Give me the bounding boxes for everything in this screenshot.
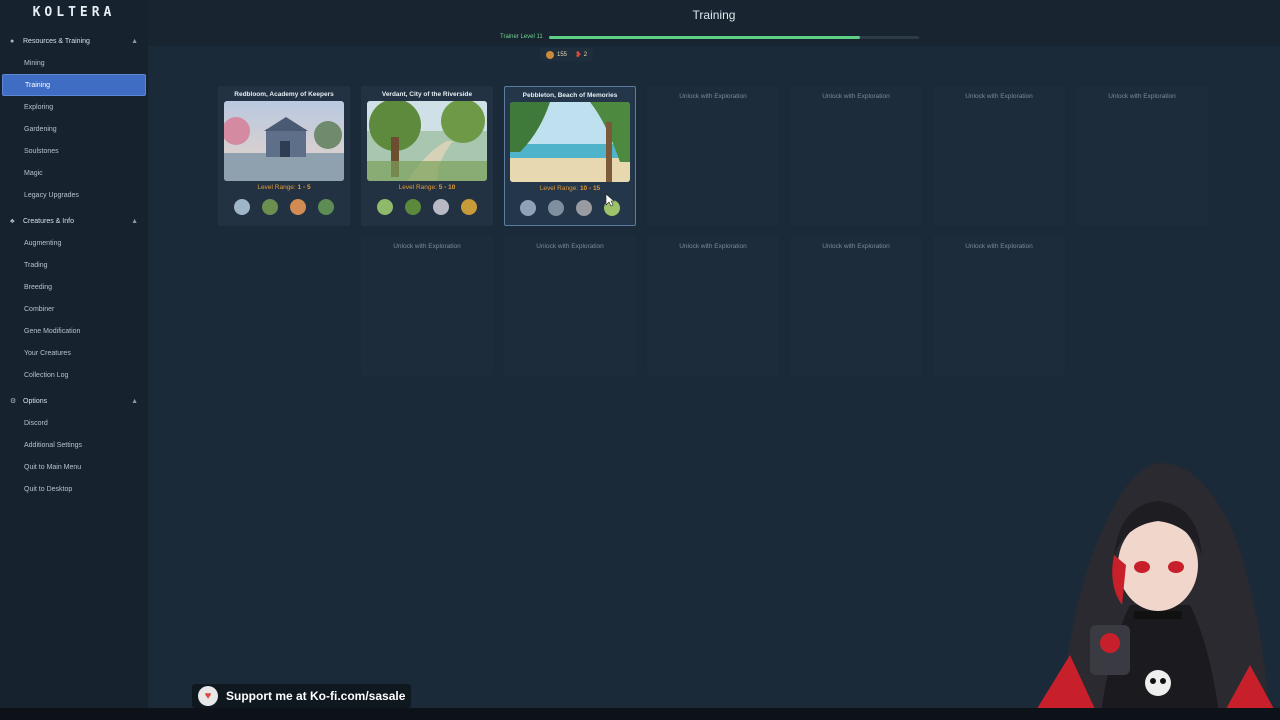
- mouse-cursor-icon: [605, 193, 615, 207]
- page-title: Training: [692, 8, 736, 22]
- sidebar-item-legacy-upgrades[interactable]: Legacy Upgrades: [0, 184, 148, 206]
- app-logo: KOLTERA: [32, 5, 116, 20]
- section-options[interactable]: ⚙ Options ▲: [0, 390, 148, 412]
- locked-location-card: Unlock with Exploration: [790, 86, 922, 226]
- xp-progress-bar: [548, 35, 919, 39]
- locked-label: Unlock with Exploration: [1108, 93, 1176, 100]
- section-label: Options: [23, 397, 48, 405]
- section-label: Creatures & Info: [23, 217, 74, 225]
- creature-icon: [461, 199, 477, 215]
- sidebar-item-augmenting[interactable]: Augmenting: [0, 232, 148, 254]
- creature-icon: [405, 199, 421, 215]
- creature-list: [505, 200, 635, 216]
- creature-icon: [520, 200, 536, 216]
- locked-location-card: Unlock with Exploration: [647, 236, 779, 376]
- level-range: Level Range: 1 - 5: [257, 184, 311, 191]
- locked-label: Unlock with Exploration: [393, 243, 461, 250]
- locked-location-card: Unlock with Exploration: [933, 236, 1065, 376]
- header: Training Trainer Level 11: [148, 0, 1280, 46]
- sidebar-item-collection-log[interactable]: Collection Log: [0, 364, 148, 386]
- sidebar-item-quit-desktop[interactable]: Quit to Desktop: [0, 478, 148, 500]
- xp-progress-fill: [548, 35, 860, 39]
- sidebar-item-breeding[interactable]: Breeding: [0, 276, 148, 298]
- creature-icon: [548, 200, 564, 216]
- section-label: Resources & Training: [23, 37, 90, 45]
- locked-location-card: Unlock with Exploration: [361, 236, 493, 376]
- sidebar-item-trading[interactable]: Trading: [0, 254, 148, 276]
- sidebar-item-quit-main-menu[interactable]: Quit to Main Menu: [0, 456, 148, 478]
- location-image: [224, 101, 344, 181]
- creature-icon: [433, 199, 449, 215]
- level-range: Level Range: 10 - 15: [539, 185, 601, 192]
- locked-label: Unlock with Exploration: [822, 243, 890, 250]
- creature-icon: [290, 199, 306, 215]
- sidebar-item-soulstones[interactable]: Soulstones: [0, 140, 148, 162]
- pin-icon: ●: [10, 37, 15, 45]
- sidebar-item-combiner[interactable]: Combiner: [0, 298, 148, 320]
- sidebar-item-gene-modification[interactable]: Gene Modification: [0, 320, 148, 342]
- sidebar-item-gardening[interactable]: Gardening: [0, 118, 148, 140]
- section-resources-training[interactable]: ● Resources & Training ▲: [0, 30, 148, 52]
- location-card-verdant[interactable]: Verdant, City of the Riverside Level Ran…: [361, 86, 493, 226]
- location-card-redbloom[interactable]: Redbloom, Academy of Keepers Level Range…: [218, 86, 350, 226]
- locked-location-card: Unlock with Exploration: [933, 86, 1065, 226]
- locked-label: Unlock with Exploration: [679, 243, 747, 250]
- creature-icon: [377, 199, 393, 215]
- sidebar-item-training[interactable]: Training: [2, 74, 146, 96]
- location-name: Redbloom, Academy of Keepers: [234, 91, 334, 98]
- locked-location-card: Unlock with Exploration: [504, 236, 636, 376]
- locked-label: Unlock with Exploration: [822, 93, 890, 100]
- kofi-icon: ♥: [198, 686, 218, 706]
- creature-icon: [234, 199, 250, 215]
- creature-list: [218, 199, 350, 215]
- sidebar-item-additional-settings[interactable]: Additional Settings: [0, 434, 148, 456]
- support-text: Support me at Ko-fi.com/sasale: [226, 689, 406, 703]
- location-card-pebbleton[interactable]: Pebbleton, Beach of Memories Level Range…: [504, 86, 636, 226]
- sidebar-item-your-creatures[interactable]: Your Creatures: [0, 342, 148, 364]
- gear-icon: ⚙: [10, 398, 17, 405]
- streamer-avatar: [1030, 463, 1280, 720]
- chevron-up-icon: ▲: [131, 397, 138, 405]
- creature-icon: ♣: [10, 217, 15, 225]
- chevron-up-icon: ▲: [131, 37, 138, 45]
- kofi-support-banner: ♥ Support me at Ko-fi.com/sasale: [192, 684, 412, 708]
- section-creatures-info[interactable]: ♣ Creatures & Info ▲: [0, 210, 148, 232]
- creature-list: [361, 199, 493, 215]
- location-name: Pebbleton, Beach of Memories: [522, 92, 618, 99]
- level-range: Level Range: 5 - 10: [398, 184, 456, 191]
- chevron-up-icon: ▲: [131, 217, 138, 225]
- locked-label: Unlock with Exploration: [965, 93, 1033, 100]
- trainer-level-row: Trainer Level 11: [500, 34, 919, 40]
- creature-icon: [318, 199, 334, 215]
- locked-location-card: Unlock with Exploration: [1076, 86, 1208, 226]
- locked-label: Unlock with Exploration: [536, 243, 604, 250]
- creature-icon: [576, 200, 592, 216]
- sidebar-item-magic[interactable]: Magic: [0, 162, 148, 184]
- location-image: [510, 102, 630, 182]
- sidebar: KOLTERA ● Resources & Training ▲ Mining …: [0, 0, 148, 720]
- creature-icon: [262, 199, 278, 215]
- locked-label: Unlock with Exploration: [965, 243, 1033, 250]
- location-image: [367, 101, 487, 181]
- locked-location-card: Unlock with Exploration: [790, 236, 922, 376]
- bottom-bar: [0, 708, 1280, 720]
- sidebar-item-exploring[interactable]: Exploring: [0, 96, 148, 118]
- location-name: Verdant, City of the Riverside: [381, 91, 473, 98]
- sidebar-item-mining[interactable]: Mining: [0, 52, 148, 74]
- locked-label: Unlock with Exploration: [679, 93, 747, 100]
- sidebar-item-discord[interactable]: Discord: [0, 412, 148, 434]
- locked-location-card: Unlock with Exploration: [647, 86, 779, 226]
- trainer-level-label: Trainer Level 11: [500, 34, 543, 40]
